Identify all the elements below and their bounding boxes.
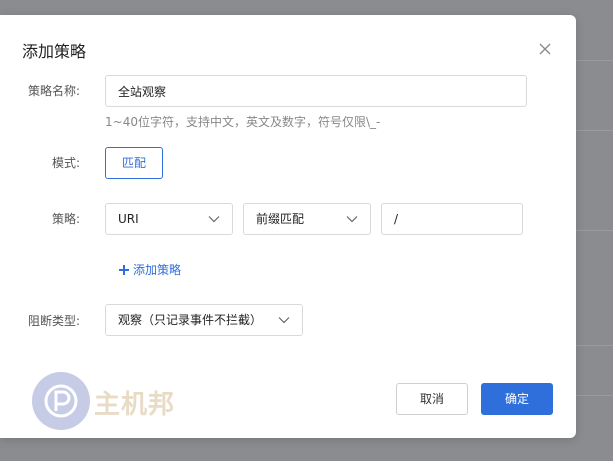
- mode-match-button[interactable]: 匹配: [105, 147, 163, 179]
- watermark-text: 主机邦: [94, 390, 176, 420]
- policy-field-select[interactable]: URI: [105, 203, 233, 235]
- block-type-select[interactable]: 观察（只记录事件不拦截）: [105, 304, 303, 336]
- mode-label: 模式:: [51, 156, 80, 170]
- add-policy-label: 添加策略: [133, 263, 182, 277]
- match-type-select[interactable]: 前缀匹配: [243, 203, 371, 235]
- chevron-down-icon: [208, 215, 220, 223]
- cancel-button[interactable]: 取消: [396, 383, 468, 415]
- plus-icon: [118, 264, 130, 276]
- policy-label: 策略:: [51, 212, 80, 226]
- add-policy-dialog: 添加策略 策略名称: 1~40位字符，支持中文，英文及数字，符号仅限\_- 模式…: [0, 15, 576, 438]
- name-label: 策略名称:: [27, 84, 80, 98]
- block-type-label: 阻断类型:: [27, 314, 80, 328]
- watermark-logo: 主机邦: [32, 370, 182, 430]
- block-type-value: 观察（只记录事件不拦截）: [118, 313, 263, 327]
- match-type-value: 前缀匹配: [256, 212, 305, 226]
- confirm-button[interactable]: 确定: [481, 383, 553, 415]
- policy-value-input[interactable]: [381, 203, 523, 235]
- name-hint: 1~40位字符，支持中文，英文及数字，符号仅限\_-: [105, 115, 381, 129]
- dialog-title: 添加策略: [22, 42, 87, 61]
- policy-name-input[interactable]: [105, 75, 527, 107]
- policy-field-value: URI: [118, 212, 139, 226]
- watermark-p-icon: [32, 372, 90, 430]
- chevron-down-icon: [278, 316, 290, 324]
- chevron-down-icon: [346, 215, 358, 223]
- add-policy-link[interactable]: 添加策略: [118, 261, 181, 278]
- close-icon[interactable]: [537, 41, 553, 57]
